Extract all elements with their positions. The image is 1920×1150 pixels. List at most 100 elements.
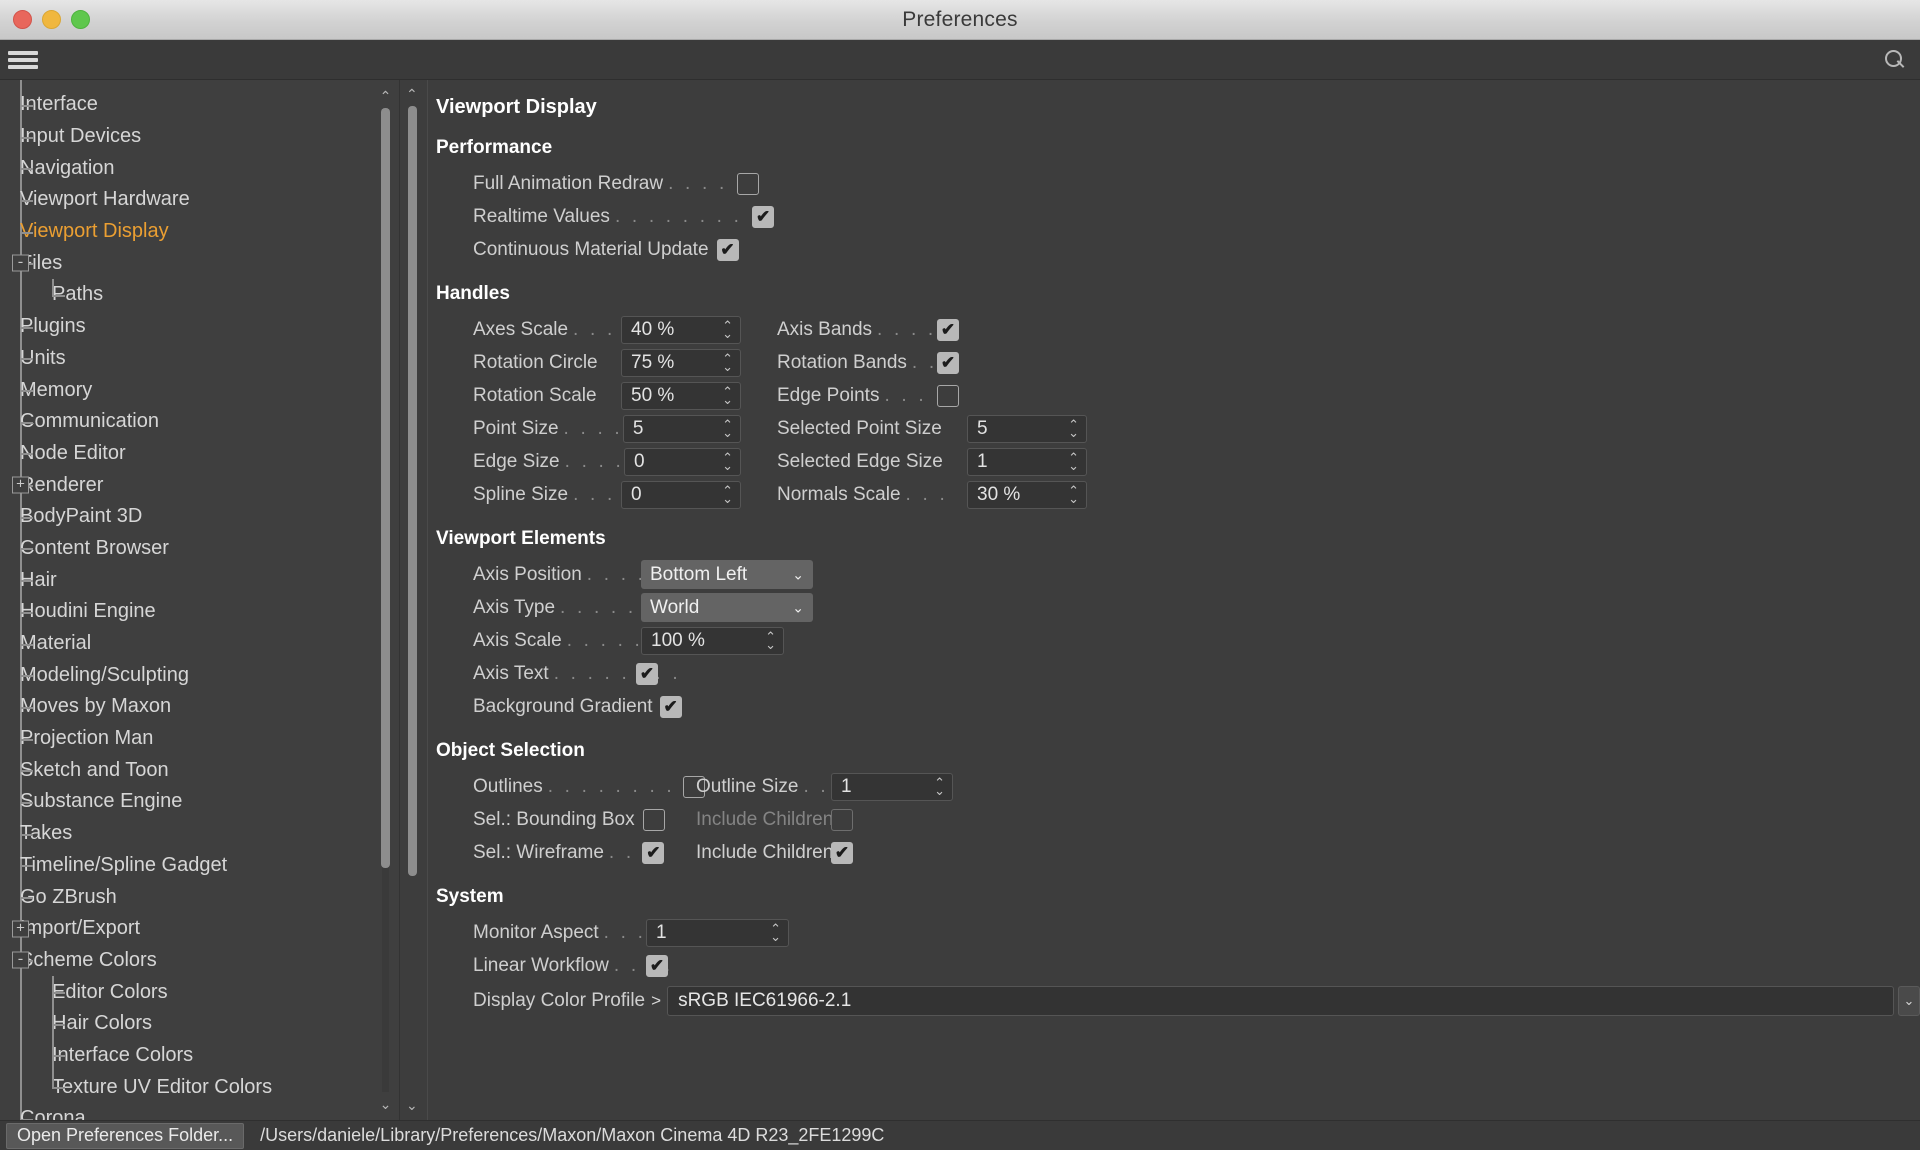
- tree-elbow: [20, 453, 33, 455]
- label-sel-wireframe: Sel.: Wireframe . .: [436, 842, 634, 864]
- sidebar-item-interface-colors[interactable]: Interface Colors: [0, 1040, 399, 1072]
- spinner-normals-scale[interactable]: 30 % ⌃⌄: [967, 481, 1087, 509]
- sidebar-item-label: Go ZBrush: [20, 886, 117, 909]
- spinner-arrows-icon[interactable]: ⌃⌄: [722, 355, 733, 371]
- sidebar-item-takes[interactable]: Takes: [0, 818, 399, 850]
- spinner-edge-size[interactable]: 0 ⌃⌄: [624, 448, 741, 476]
- tree-elbow: [20, 548, 33, 550]
- spinner-arrows-icon[interactable]: ⌃⌄: [722, 388, 733, 404]
- spinner-rotation-circle[interactable]: 75 % ⌃⌄: [621, 349, 741, 377]
- sidebar-item-content-browser[interactable]: Content Browser: [0, 533, 399, 565]
- spinner-selected-point-size[interactable]: 5 ⌃⌄: [967, 415, 1087, 443]
- spinner-arrows-icon[interactable]: ⌃⌄: [722, 322, 733, 338]
- checkbox-sel-bounding-box[interactable]: [643, 809, 665, 831]
- sidebar-item-editor-colors[interactable]: Editor Colors: [0, 976, 399, 1008]
- checkbox-linear-workflow[interactable]: [646, 955, 668, 977]
- sidebar-item-memory[interactable]: Memory: [0, 374, 399, 406]
- chevron-up-icon[interactable]: ⌃: [377, 88, 394, 104]
- chevron-down-icon[interactable]: ⌄: [1898, 986, 1920, 1016]
- spinner-arrows-icon[interactable]: ⌃⌄: [770, 925, 781, 941]
- main-scroll-thumb[interactable]: [408, 106, 417, 876]
- checkbox-axis-bands[interactable]: [937, 319, 959, 341]
- spinner-spline-size[interactable]: 0 ⌃⌄: [621, 481, 741, 509]
- checkbox-edge-points[interactable]: [937, 385, 959, 407]
- spinner-arrows-icon[interactable]: ⌃⌄: [1068, 487, 1079, 503]
- sidebar-scroll-thumb[interactable]: [381, 108, 390, 868]
- chevron-up-icon[interactable]: ⌃: [406, 86, 418, 103]
- spinner-arrows-icon[interactable]: ⌃⌄: [1068, 454, 1079, 470]
- spinner-monitor-aspect[interactable]: 1 ⌃⌄: [646, 919, 789, 947]
- search-icon[interactable]: [1882, 48, 1906, 72]
- collapse-icon[interactable]: -: [12, 952, 29, 969]
- spinner-point-size[interactable]: 5 ⌃⌄: [623, 415, 741, 443]
- checkbox-continuous-material-update[interactable]: [717, 239, 739, 261]
- sidebar-item-texture-uv-editor-colors[interactable]: Texture UV Editor Colors: [0, 1071, 399, 1103]
- chevron-down-icon[interactable]: ⌄: [377, 1096, 394, 1112]
- sidebar-item-node-editor[interactable]: Node Editor: [0, 438, 399, 470]
- expand-icon[interactable]: +: [12, 920, 29, 937]
- spinner-axes-scale[interactable]: 40 % ⌃⌄: [621, 316, 741, 344]
- spinner-axis-scale[interactable]: 100 % ⌃⌄: [641, 627, 784, 655]
- sidebar-item-corona[interactable]: Corona: [0, 1103, 399, 1120]
- tree-elbow: [52, 1087, 65, 1089]
- sidebar-item-interface[interactable]: Interface: [0, 89, 399, 121]
- dropdown-axis-position[interactable]: Bottom Left ⌄: [641, 560, 813, 589]
- spinner-selected-edge-size[interactable]: 1 ⌃⌄: [967, 448, 1087, 476]
- sidebar-item-plugins[interactable]: Plugins: [0, 311, 399, 343]
- spinner-arrows-icon[interactable]: ⌃⌄: [765, 633, 776, 649]
- sidebar-item-houdini-engine[interactable]: Houdini Engine: [0, 596, 399, 628]
- spinner-rotation-scale[interactable]: 50 % ⌃⌄: [621, 382, 741, 410]
- chevron-down-icon[interactable]: ⌄: [792, 566, 804, 583]
- checkbox-axis-text[interactable]: [636, 663, 658, 685]
- sidebar-item-modeling-sculpting[interactable]: Modeling/Sculpting: [0, 659, 399, 691]
- sidebar-item-paths[interactable]: Paths: [0, 279, 399, 311]
- spinner-arrows-icon[interactable]: ⌃⌄: [722, 421, 733, 437]
- checkbox-include-children[interactable]: [831, 842, 853, 864]
- sidebar-item-import-export[interactable]: +Import/Export: [0, 913, 399, 945]
- chevron-right-icon[interactable]: >: [645, 991, 667, 1011]
- label-include-children-disabled: Include Children: [696, 809, 831, 831]
- sidebar-item-substance-engine[interactable]: Substance Engine: [0, 786, 399, 818]
- sidebar-item-navigation[interactable]: Navigation: [0, 152, 399, 184]
- checkbox-background-gradient[interactable]: [660, 696, 682, 718]
- dropdown-axis-type[interactable]: World ⌄: [641, 593, 813, 622]
- sidebar-item-renderer[interactable]: +Renderer: [0, 469, 399, 501]
- open-preferences-folder-button[interactable]: Open Preferences Folder...: [6, 1123, 244, 1149]
- collapse-icon[interactable]: -: [12, 255, 29, 272]
- sidebar-item-scheme-colors[interactable]: -Scheme Colors: [0, 945, 399, 977]
- sidebar-item-moves-by-maxon[interactable]: Moves by Maxon: [0, 691, 399, 723]
- spinner-arrows-icon[interactable]: ⌃⌄: [934, 779, 945, 795]
- sidebar-item-files[interactable]: -Files: [0, 247, 399, 279]
- chevron-down-icon[interactable]: ⌄: [792, 599, 804, 616]
- sidebar-item-projection-man[interactable]: Projection Man: [0, 723, 399, 755]
- checkbox-realtime-values[interactable]: [752, 206, 774, 228]
- sidebar-item-go-zbrush[interactable]: Go ZBrush: [0, 881, 399, 913]
- sidebar-scrollbar[interactable]: ⌃ ⌄: [377, 88, 394, 1112]
- field-display-color-profile[interactable]: sRGB IEC61966-2.1: [667, 986, 1894, 1016]
- label-rotation-bands: Rotation Bands . . .: [777, 352, 937, 374]
- spinner-arrows-icon[interactable]: ⌃⌄: [722, 487, 733, 503]
- label-display-color-profile: Display Color Profile: [436, 990, 645, 1012]
- sidebar-item-material[interactable]: Material: [0, 628, 399, 660]
- sidebar-item-timeline-spline-gadget[interactable]: Timeline/Spline Gadget: [0, 850, 399, 882]
- expand-icon[interactable]: +: [12, 477, 29, 494]
- spinner-arrows-icon[interactable]: ⌃⌄: [1068, 421, 1079, 437]
- sidebar-item-units[interactable]: Units: [0, 343, 399, 375]
- section-object-selection: Object Selection Outlines . . . . . . . …: [436, 740, 1920, 869]
- sidebar-item-viewport-hardware[interactable]: Viewport Hardware: [0, 184, 399, 216]
- checkbox-sel-wireframe[interactable]: [642, 842, 664, 864]
- sidebar-item-input-devices[interactable]: Input Devices: [0, 121, 399, 153]
- hamburger-icon[interactable]: [8, 49, 38, 71]
- sidebar-item-communication[interactable]: Communication: [0, 406, 399, 438]
- sidebar-item-bodypaint-3d[interactable]: BodyPaint 3D: [0, 501, 399, 533]
- sidebar-item-hair-colors[interactable]: Hair Colors: [0, 1008, 399, 1040]
- sidebar-item-hair[interactable]: Hair: [0, 564, 399, 596]
- spinner-arrows-icon[interactable]: ⌃⌄: [722, 454, 733, 470]
- checkbox-full-animation-redraw[interactable]: [737, 173, 759, 195]
- chevron-down-icon[interactable]: ⌄: [406, 1097, 418, 1114]
- checkbox-rotation-bands[interactable]: [937, 352, 959, 374]
- sidebar-item-viewport-display[interactable]: Viewport Display: [0, 216, 399, 248]
- sidebar-item-sketch-and-toon[interactable]: Sketch and Toon: [0, 754, 399, 786]
- main-scrollbar[interactable]: ⌃ ⌄: [400, 80, 428, 1120]
- spinner-outline-size[interactable]: 1 ⌃⌄: [831, 773, 953, 801]
